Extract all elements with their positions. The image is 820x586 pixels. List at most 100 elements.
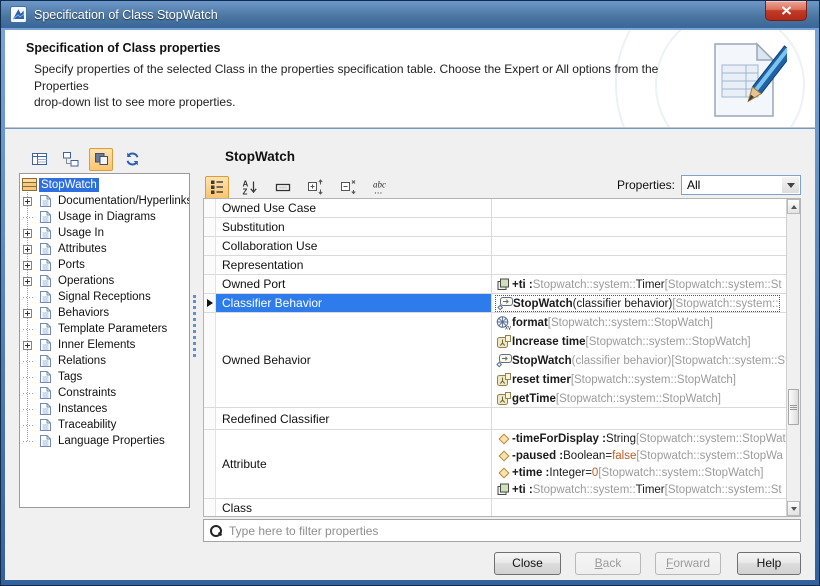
property-name: Redefined Classifier (216, 408, 492, 429)
tree-item-operations[interactable]: Operations (20, 273, 189, 289)
value-line[interactable]: reset timer [Stopwatch::system::StopWatc… (492, 370, 786, 389)
close-window-button[interactable] (765, 1, 807, 21)
table-toolbar: AZ abc... (205, 175, 394, 199)
expand-plus-icon[interactable] (23, 277, 32, 286)
value-line[interactable]: +ti : Stopwatch::system::Timer [Stopwatc… (492, 275, 786, 293)
tree-item-label: Traceability (56, 418, 118, 432)
tree-item-relations[interactable]: Relations (20, 353, 189, 369)
property-value-cell[interactable]: -timeForDisplay : String [Stopwatch::sys… (492, 430, 786, 498)
value-line[interactable]: +time : Integer = 0 [Stopwatch::system::… (492, 464, 786, 481)
tree-item-template-parameters[interactable]: Template Parameters (20, 321, 189, 337)
tree-item-label: Tags (56, 370, 84, 384)
property-row-owned-use-case[interactable]: Owned Use Case (204, 199, 786, 218)
value-line[interactable]: +ti : Stopwatch::system::Timer [Stopwatc… (492, 481, 786, 498)
property-row-substitution[interactable]: Substitution (204, 218, 786, 237)
expand-plus-icon[interactable] (23, 197, 32, 206)
close-button[interactable]: Close (494, 552, 561, 575)
expand-plus-icon[interactable] (23, 261, 32, 270)
attribute-icon (495, 433, 512, 445)
categorized-view-icon[interactable] (205, 176, 229, 199)
expand-plus-icon[interactable] (23, 341, 32, 350)
tree-item-usage-in-diagrams[interactable]: Usage in Diagrams (20, 209, 189, 225)
value-segment: [Stopwatch::system::StopWatch (636, 433, 786, 445)
property-row-collaboration-use[interactable]: Collaboration Use (204, 237, 786, 256)
left-toolbar (27, 146, 144, 172)
value-segment: [Stopwatch::system::... (672, 298, 780, 310)
property-value-cell[interactable] (492, 218, 786, 236)
tree-item-stopwatch[interactable]: StopWatch (20, 177, 189, 193)
expand-plus-icon[interactable] (23, 309, 32, 318)
property-group-icon (39, 258, 52, 272)
property-row-representation[interactable]: Representation (204, 256, 786, 275)
tree-item-signal-receptions[interactable]: Signal Receptions (20, 289, 189, 305)
expand-nodes-icon[interactable] (304, 176, 328, 199)
combobox-dropdown-button[interactable] (782, 177, 799, 193)
refresh-icon[interactable] (120, 148, 144, 171)
property-value-cell[interactable] (492, 199, 786, 217)
value-segment: Timer (636, 279, 665, 291)
scroll-down-button[interactable] (787, 501, 800, 516)
value-line[interactable]: -timeForDisplay : String [Stopwatch::sys… (492, 430, 786, 447)
value-line[interactable]: Increase time [Stopwatch::system::StopWa… (492, 332, 786, 351)
value-segment: String (606, 433, 636, 445)
value-line[interactable]: xyformat [Stopwatch::system::StopWatch] (492, 313, 786, 332)
property-value-cell[interactable]: StopWatch(classifier behavior) [Stopwatc… (492, 294, 786, 312)
tree-item-instances[interactable]: Instances (20, 401, 189, 417)
value-segment: [Stopwatch::system::StopWatch] (548, 317, 713, 329)
show-description-icon[interactable] (271, 176, 295, 199)
tree-item-usage-in[interactable]: Usage In (20, 225, 189, 241)
property-value-cell[interactable] (492, 256, 786, 274)
splitter-handle[interactable] (193, 295, 196, 357)
scrollbar-thumb[interactable] (788, 389, 799, 425)
tree-item-attributes[interactable]: Attributes (20, 241, 189, 257)
tree-item-constraints[interactable]: Constraints (20, 385, 189, 401)
tree-item-behaviors[interactable]: Behaviors (20, 305, 189, 321)
value-line[interactable]: StopWatch(classifier behavior) [Stopwatc… (492, 351, 786, 370)
property-value-cell[interactable] (492, 408, 786, 429)
property-value-cell[interactable]: xyformat [Stopwatch::system::StopWatch]I… (492, 313, 786, 407)
property-value-cell[interactable]: +ti : Stopwatch::system::Timer [Stopwatc… (492, 275, 786, 293)
standard-view-icon[interactable] (89, 148, 113, 171)
tree-item-inner-elements[interactable]: Inner Elements (20, 337, 189, 353)
property-row-owned-behavior[interactable]: Owned Behaviorxyformat [Stopwatch::syste… (204, 313, 786, 408)
table-scrollbar[interactable] (786, 199, 800, 516)
properties-table: Owned Use CaseSubstitutionCollaboration … (203, 198, 801, 517)
show-abbreviations-icon[interactable]: abc... (370, 176, 394, 199)
property-row-redefined-classifier[interactable]: Redefined Classifier (204, 408, 786, 430)
tree-item-documentation-hyperlinks[interactable]: Documentation/Hyperlinks (20, 193, 189, 209)
selected-row-arrow-icon (207, 299, 213, 307)
property-row-classifier-behavior[interactable]: Classifier BehaviorStopWatch(classifier … (204, 294, 786, 313)
property-value-cell[interactable] (492, 499, 786, 516)
tree-item-traceability[interactable]: Traceability (20, 417, 189, 433)
value-line[interactable]: getTime [Stopwatch::system::StopWatch] (492, 389, 786, 407)
expand-plus-icon[interactable] (23, 245, 32, 254)
title-bar[interactable]: Specification of Class StopWatch (1, 1, 819, 28)
property-name: Substitution (216, 218, 492, 236)
filter-input[interactable] (229, 524, 800, 538)
property-value-cell[interactable] (492, 237, 786, 255)
value-segment: format (512, 317, 548, 329)
back-button: Back (575, 552, 641, 575)
tree-item-ports[interactable]: Ports (20, 257, 189, 273)
property-row-attribute[interactable]: Attribute-timeForDisplay : String [Stopw… (204, 430, 786, 499)
value-segment: StopWatch (513, 298, 573, 310)
properties-mode-combobox[interactable]: All (681, 175, 801, 195)
tree-item-language-properties[interactable]: Language Properties (20, 433, 189, 449)
expand-plus-icon[interactable] (23, 229, 32, 238)
attribute-icon (495, 467, 512, 479)
property-row-class[interactable]: Class (204, 499, 786, 516)
tree-branch-stub (23, 357, 32, 366)
value-line[interactable]: -paused : Boolean = false [Stopwatch::sy… (492, 447, 786, 464)
scroll-up-button[interactable] (787, 199, 800, 214)
value-line[interactable]: StopWatch(classifier behavior) [Stopwatc… (492, 294, 786, 312)
collapse-nodes-icon[interactable] (337, 176, 361, 199)
tree-item-tags[interactable]: Tags (20, 369, 189, 385)
row-gutter (204, 199, 216, 217)
help-button[interactable]: Help (737, 552, 801, 575)
form-view-icon[interactable] (27, 148, 51, 171)
property-row-owned-port[interactable]: Owned Port+ti : Stopwatch::system::Timer… (204, 275, 786, 294)
opaque-icon: xy (495, 316, 512, 330)
property-group-icon (39, 386, 52, 400)
tree-view-icon[interactable] (58, 148, 82, 171)
sort-alphabetically-icon[interactable]: AZ (238, 176, 262, 199)
